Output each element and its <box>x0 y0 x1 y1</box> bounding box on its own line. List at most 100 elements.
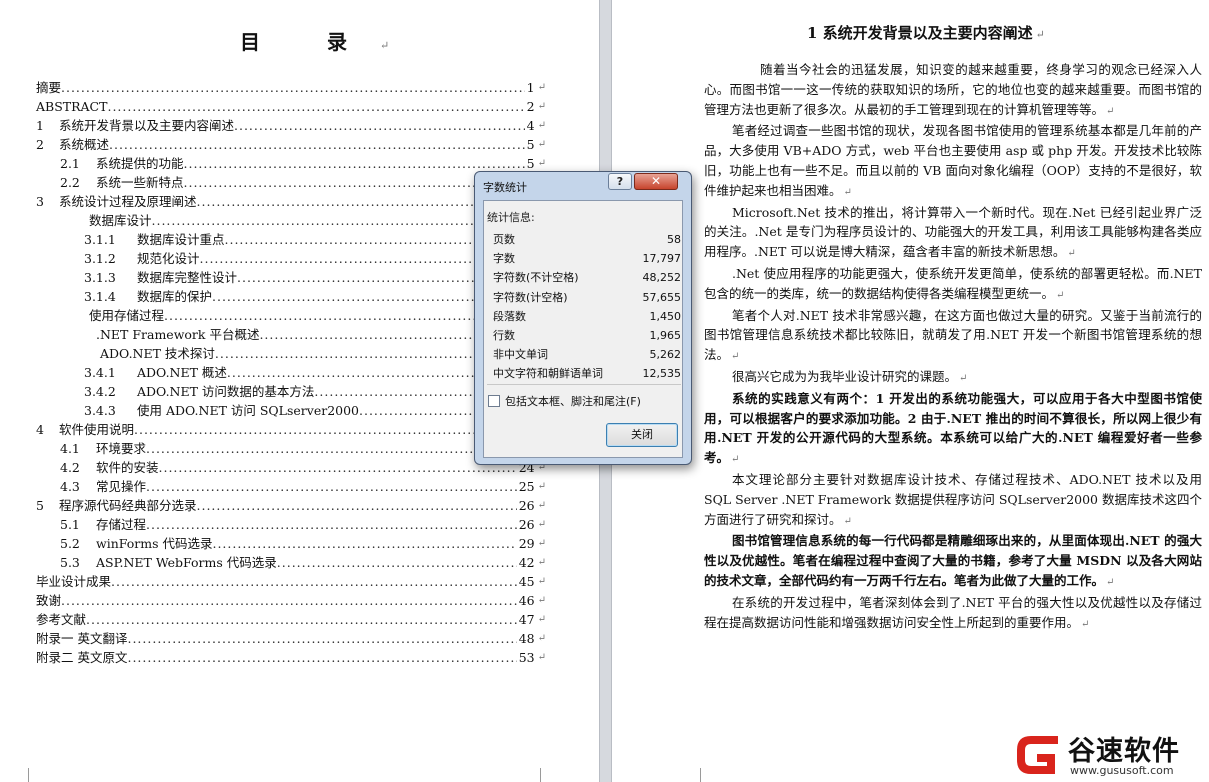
toc-entry-text: 数据库设计 <box>89 213 152 228</box>
paragraph-mark-icon: ↵ <box>537 633 546 644</box>
toc-entry[interactable]: 3.4.3 使用 ADO.NET 访问 SQLserver2000........… <box>36 401 546 420</box>
divider <box>487 384 681 385</box>
toc-entry-text: 致谢 <box>36 593 62 608</box>
stat-row: 字数 17,797 <box>493 249 681 268</box>
toc-entry[interactable]: 附录一 英文翻译................................… <box>36 629 546 648</box>
toc-entry[interactable]: ADO.NET 技术探讨............................… <box>36 344 546 363</box>
body-paragraph: 图书馆管理信息系统的每一行代码都是精雕细琢出来的，从里面体现出.NET 的强大性… <box>704 531 1202 592</box>
table-of-contents: 摘要......................................… <box>36 78 546 667</box>
toc-entry[interactable]: 5.3 ASP.NET WebForms 代码选录................… <box>36 553 546 572</box>
toc-entry[interactable]: 附录二 英文原文................................… <box>36 648 546 667</box>
stat-value: 1,450 <box>649 309 682 323</box>
toc-entry-text: 使用 ADO.NET 访问 SQLserver2000 <box>137 403 360 418</box>
toc-entry[interactable]: 使用存储过程..................................… <box>36 306 546 325</box>
toc-entry[interactable]: 2.1 系统提供的功能..............................… <box>36 154 546 173</box>
toc-entry[interactable]: 毕业设计成果..................................… <box>36 572 546 591</box>
toc-entry-text: 使用存储过程 <box>89 308 165 323</box>
toc-entry[interactable]: 5.2 winForms 代码选录........................… <box>36 534 546 553</box>
toc-entry-number: 5.1 <box>60 517 80 532</box>
toc-title: 目 录 ↵ <box>240 30 390 54</box>
toc-entry-page: 48 <box>518 631 535 646</box>
crop-mark <box>686 768 701 782</box>
stat-label: 中文字符和朝鲜语单词 <box>493 367 603 381</box>
chapter-body[interactable]: 随着当今社会的迅猛发展，知识变的越来越重要，终身学习的观念已经深入人心。而图书馆… <box>704 60 1202 634</box>
toc-leader-dots: ........................................… <box>146 517 517 532</box>
toc-entry-number: 4 <box>36 422 44 437</box>
toc-entry[interactable]: 致谢......................................… <box>36 591 546 610</box>
stat-value: 5,262 <box>649 348 682 362</box>
paragraph-text: 本文理论部分主要针对数据库设计技术、存储过程技术、ADO.NET 技术以及用 S… <box>704 471 1202 527</box>
toc-entry-text: 附录一 英文翻译 <box>36 631 128 646</box>
toc-entry-text: ADO.NET 概述 <box>137 365 227 380</box>
body-paragraph: Microsoft.Net 技术的推出，将计算带入一个新时代。现在.Net 已经… <box>704 203 1202 264</box>
toc-entry[interactable]: 2.2 系统一些新特点..............................… <box>36 173 546 192</box>
toc-entry[interactable]: 5 程序源代码经典部分选录............................… <box>36 496 546 515</box>
stats-list: 页数 58 字数 17,797 字符数(不计空格) 48,252 字符数(计空格) 57,65… <box>493 230 681 384</box>
paragraph-text: .Net 使应用程序的功能更强大，使系统开发更简单，使系统的部署更轻松。而.NE… <box>704 265 1202 301</box>
paragraph-text: 图书馆管理信息系统的每一行代码都是精雕细琢出来的，从里面体现出.NET 的强大性… <box>704 533 1202 588</box>
stat-row: 页数 58 <box>493 230 681 249</box>
paragraph-mark-icon: ↵ <box>537 557 546 568</box>
toc-entry-text: ASP.NET WebForms 代码选录 <box>96 555 277 570</box>
toc-entry-number: 4.1 <box>60 441 80 456</box>
toc-entry[interactable]: 5.1 存储过程.................................… <box>36 515 546 534</box>
toc-entry[interactable]: 3 系统设计过程及原理阐述............................… <box>36 192 546 211</box>
toc-entry-number: 5.2 <box>60 536 80 551</box>
toc-entry[interactable]: 3.1.2 规范化设计..............................… <box>36 249 546 268</box>
toc-entry[interactable]: 3.1.4 数据库的保护.............................… <box>36 287 546 306</box>
toc-entry[interactable]: 4.1 环境要求.................................… <box>36 439 546 458</box>
toc-entry-text: ADO.NET 访问数据的基本方法 <box>137 384 315 399</box>
stat-value: 1,965 <box>649 328 682 342</box>
paragraph-mark-icon: ↵ <box>537 576 546 587</box>
toc-entry[interactable]: 摘要......................................… <box>36 78 546 97</box>
toc-entry[interactable]: 3.4.2 ADO.NET 访问数据的基本方法..................… <box>36 382 546 401</box>
toc-leader-dots: ........................................… <box>158 460 517 475</box>
watermark-url: www.gususoft.com <box>1070 764 1174 777</box>
toc-entry-page: 5 <box>526 137 535 152</box>
toc-entry-page: 45 <box>518 574 535 589</box>
close-button[interactable]: 关闭 <box>606 423 678 447</box>
toc-entry-number: 4.2 <box>60 460 80 475</box>
toc-entry-page: 26 <box>518 498 535 513</box>
paragraph-mark-icon: ↵ <box>1106 576 1115 588</box>
paragraph-mark-icon: ↵ <box>1081 618 1090 630</box>
toc-leader-dots: ........................................… <box>61 593 517 608</box>
include-textboxes-checkbox[interactable] <box>488 395 500 407</box>
toc-entry[interactable]: 3.1.3 数据库完整性设计...........................… <box>36 268 546 287</box>
close-icon[interactable]: ✕ <box>634 173 678 190</box>
paragraph-text: 在系统的开发过程中，笔者深刻体会到了.NET 平台的强大性以及优越性以及存储过程… <box>704 594 1202 630</box>
watermark-brand-name: 谷速软件 <box>1068 736 1180 767</box>
stat-value: 12,535 <box>642 367 682 381</box>
toc-entry[interactable]: ABSTRACT................................… <box>36 97 546 116</box>
toc-entry[interactable]: 4.3 常见操作.................................… <box>36 477 546 496</box>
include-textboxes-label[interactable]: 包括文本框、脚注和尾注(F) <box>505 393 641 409</box>
paragraph-mark-icon: ↵ <box>537 614 546 625</box>
toc-entry-text: 摘要 <box>36 80 62 95</box>
toc-entry[interactable]: .NET Framework 平台概述.....................… <box>36 325 546 344</box>
stat-row: 行数 1,965 <box>493 326 681 345</box>
paragraph-text: Microsoft.Net 技术的推出，将计算带入一个新时代。现在.Net 已经… <box>704 204 1202 260</box>
toc-entry[interactable]: 4 软件使用说明.................................… <box>36 420 546 439</box>
toc-entry[interactable]: 3.4.1 ADO.NET 概述.........................… <box>36 363 546 382</box>
toc-entry-text: 存储过程 <box>96 517 147 532</box>
body-paragraph: 在系统的开发过程中，笔者深刻体会到了.NET 平台的强大性以及优越性以及存储过程… <box>704 593 1202 635</box>
toc-entry-text: 系统一些新特点 <box>96 175 184 190</box>
toc-entry[interactable]: 参考文献....................................… <box>36 610 546 629</box>
toc-leader-dots: ........................................… <box>234 118 525 133</box>
stat-label: 字符数(不计空格) <box>493 271 579 285</box>
toc-entry-number: 3.1.2 <box>84 251 116 266</box>
toc-entry-page: 25 <box>518 479 535 494</box>
toc-entry-number: 5 <box>36 498 44 513</box>
toc-entry-text: 规范化设计 <box>137 251 200 266</box>
toc-entry[interactable]: 4.2 软件的安装................................… <box>36 458 546 477</box>
stat-row: 字符数(计空格) 57,655 <box>493 288 681 307</box>
toc-entry[interactable]: 1 系统开发背景以及主要内容阐述.........................… <box>36 116 546 135</box>
toc-entry-number: 2.1 <box>60 156 80 171</box>
toc-leader-dots: ........................................… <box>127 631 516 646</box>
toc-entry[interactable]: 2 系统概述...................................… <box>36 135 546 154</box>
toc-entry-page: 46 <box>518 593 535 608</box>
toc-entry-page: 47 <box>518 612 535 627</box>
toc-entry[interactable]: 数据库设计...................................… <box>36 211 546 230</box>
toc-entry[interactable]: 3.1.1 数据库设计重点............................… <box>36 230 546 249</box>
help-button[interactable]: ? <box>608 173 632 190</box>
